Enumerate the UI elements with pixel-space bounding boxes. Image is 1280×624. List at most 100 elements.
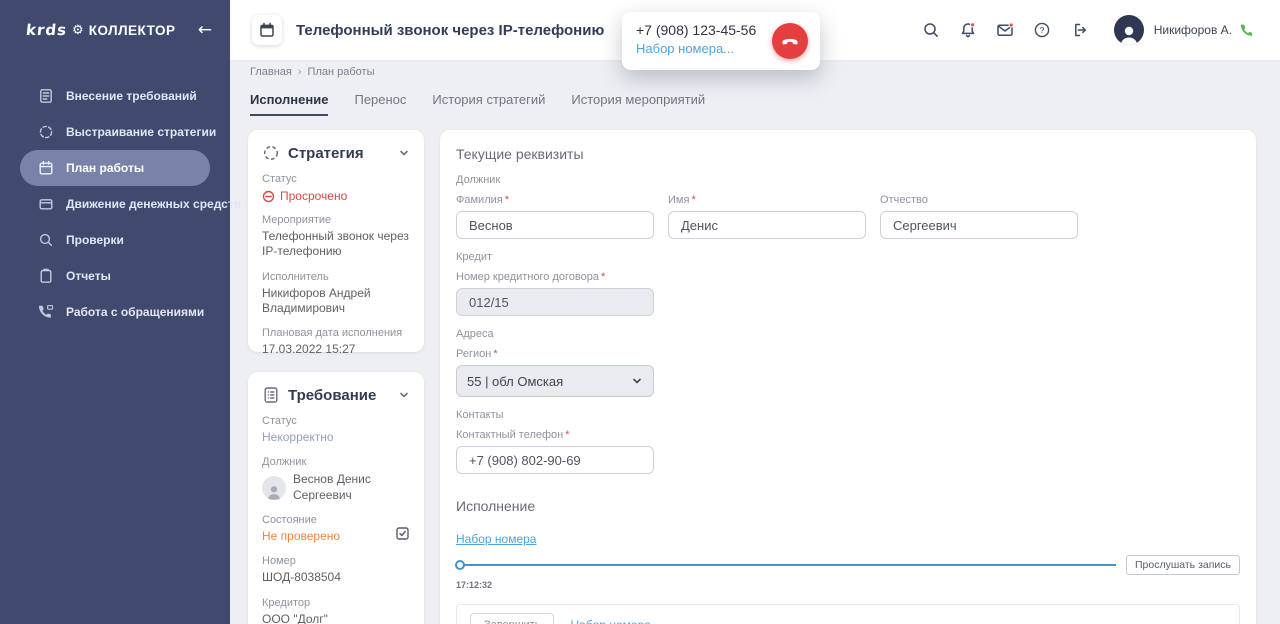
tab-strategy-history[interactable]: История стратегий: [432, 92, 545, 116]
sidebar-item-label: План работы: [66, 161, 144, 175]
audio-player-row: Прослушать запись: [456, 555, 1240, 575]
debtor-avatar: [262, 476, 286, 500]
sidebar-menu: Внесение требований Выстраивание стратег…: [0, 78, 230, 330]
executor-label: Исполнитель: [262, 271, 410, 283]
event-value: Телефонный звонок через IP-телефонию: [262, 229, 410, 260]
bell-icon[interactable]: [959, 21, 977, 39]
page-title: Телефонный звонок через IP-телефонию: [296, 0, 604, 60]
chevron-down-icon[interactable]: [398, 147, 410, 159]
group-debtor: Должник: [456, 174, 1240, 186]
document-icon: [38, 88, 54, 104]
search-icon[interactable]: [922, 21, 940, 39]
state-row: Не проверено: [262, 526, 410, 544]
contract-field-group: Номер кредитного договора*: [456, 271, 654, 316]
hangup-phone-icon: [780, 31, 800, 51]
user-name[interactable]: Никифоров А.: [1154, 23, 1232, 37]
status-label: Статус: [262, 415, 410, 427]
phone-label: Контактный телефон*: [456, 429, 654, 441]
section-title-execution: Исполнение: [456, 498, 1240, 514]
contact-phone-input[interactable]: [456, 446, 654, 474]
firstname-label: Имя*: [668, 194, 866, 206]
app-root: krds ⚙ КОЛЛЕКТОР ← Внесение требований В…: [0, 0, 1280, 624]
dial-status-link[interactable]: Набор номера...: [570, 618, 660, 624]
strategy-card-title: Стратегия: [288, 145, 364, 162]
chevron-down-icon[interactable]: [398, 389, 410, 401]
sidebar-item-work-plan[interactable]: План работы: [20, 150, 210, 186]
edit-check-icon[interactable]: [395, 526, 410, 541]
strategy-card-header[interactable]: Стратегия: [262, 144, 410, 162]
claim-card-header[interactable]: Требование: [262, 386, 410, 404]
sidebar-item-money-flow[interactable]: Движение денежных средств: [20, 186, 210, 222]
credit-fields-row: Номер кредитного договора*: [456, 271, 1240, 316]
creditor-value: ООО "Долг": [262, 612, 410, 624]
target-icon: [38, 124, 54, 140]
phone-chat-icon: [38, 304, 54, 320]
firstname-input[interactable]: [668, 211, 866, 239]
tab-execution[interactable]: Исполнение: [250, 92, 328, 116]
tab-transfer[interactable]: Перенос: [354, 92, 406, 116]
topbar-actions: ? Никифоров А.: [903, 0, 1280, 60]
gear-logo-icon: ⚙: [72, 24, 84, 37]
middlename-label: Отчество: [880, 194, 1078, 206]
calendar-icon: [38, 160, 54, 176]
call-popup: +7 (908) 123-45-56 Набор номера...: [622, 12, 820, 70]
phone-green-icon: [1240, 23, 1255, 38]
tab-event-history[interactable]: История мероприятий: [571, 92, 705, 116]
help-icon[interactable]: ?: [1033, 21, 1051, 39]
sidebar: krds ⚙ КОЛЛЕКТОР ← Внесение требований В…: [0, 0, 230, 624]
phone-field-group: Контактный телефон*: [456, 429, 654, 474]
region-select[interactable]: 55 | обл Омская: [456, 365, 654, 397]
number-label: Номер: [262, 555, 410, 567]
sidebar-item-label: Внесение требований: [66, 89, 197, 103]
sidebar-item-label: Проверки: [66, 233, 124, 247]
minus-circle-icon: [262, 190, 275, 203]
claim-card-title: Требование: [288, 387, 376, 404]
brand-name: КОЛЛЕКТОР: [89, 23, 176, 38]
group-addresses: Адреса: [456, 328, 1240, 340]
wallet-icon: [38, 196, 54, 212]
breadcrumb: Главная › План работы: [250, 66, 374, 78]
main-panel: Текущие реквизиты Должник Фамилия* Имя* …: [440, 130, 1256, 624]
debtor-name: Веснов Денис Сергеевич: [293, 472, 410, 503]
sidebar-item-label: Работа с обращениями: [66, 305, 204, 319]
finish-button[interactable]: Завершить: [470, 613, 554, 624]
region-label: Регион*: [456, 348, 654, 360]
logout-icon[interactable]: [1070, 21, 1088, 39]
sidebar-item-strategy[interactable]: Выстраивание стратегии: [20, 114, 210, 150]
creditor-label: Кредитор: [262, 597, 410, 609]
section-title-requisites: Текущие реквизиты: [456, 146, 1240, 162]
sidebar-item-label: Отчеты: [66, 269, 111, 283]
hangup-button[interactable]: [772, 23, 808, 59]
audio-progress-knob[interactable]: [455, 560, 465, 570]
mail-icon[interactable]: [996, 21, 1014, 39]
listen-record-button[interactable]: Прослушать запись: [1126, 555, 1240, 575]
address-fields-row: Регион* 55 | обл Омская: [456, 348, 1240, 397]
name-fields-row: Фамилия* Имя* Отчество: [456, 194, 1240, 239]
sidebar-item-label: Движение денежных средств: [66, 197, 241, 211]
sidebar-item-requirements[interactable]: Внесение требований: [20, 78, 210, 114]
lastname-label: Фамилия*: [456, 194, 654, 206]
lastname-input[interactable]: [456, 211, 654, 239]
audio-progress-track[interactable]: [456, 564, 1116, 566]
collapse-sidebar-arrow-icon[interactable]: ←: [198, 20, 212, 40]
middlename-field-group: Отчество: [880, 194, 1078, 239]
state-value: Не проверено: [262, 529, 340, 544]
sidebar-item-appeals[interactable]: Работа с обращениями: [20, 294, 210, 330]
group-contacts: Контакты: [456, 409, 1240, 421]
status-value: Некорректно: [262, 430, 410, 445]
page-title-calendar-icon: [252, 15, 282, 45]
clipboard-icon: [38, 268, 54, 284]
sidebar-item-label: Выстраивание стратегии: [66, 125, 216, 139]
dial-number-link[interactable]: Набор номера: [456, 532, 536, 546]
strategy-card: Стратегия Статус Просрочено Мероприятие …: [248, 130, 424, 352]
avatar[interactable]: [1114, 15, 1144, 45]
tab-bar: Исполнение Перенос История стратегий Ист…: [250, 92, 705, 116]
executor-value: Никифоров Андрей Владимирович: [262, 286, 410, 317]
breadcrumb-home[interactable]: Главная: [250, 66, 292, 78]
required-mark: *: [691, 194, 695, 206]
sidebar-item-checks[interactable]: Проверки: [20, 222, 210, 258]
sidebar-item-reports[interactable]: Отчеты: [20, 258, 210, 294]
breadcrumb-current: План работы: [308, 66, 375, 78]
middlename-input[interactable]: [880, 211, 1078, 239]
call-actions-box: Завершить Набор номера...: [456, 604, 1240, 624]
